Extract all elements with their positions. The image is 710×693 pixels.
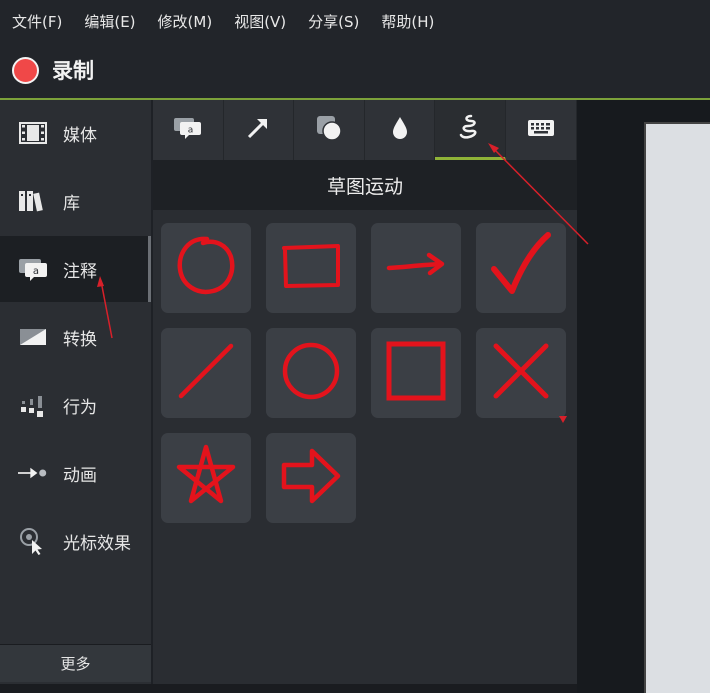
sidebar-item-behaviors[interactable]: 行为 [0, 372, 151, 438]
transition-icon [18, 324, 48, 350]
sketch-block-arrow-icon [278, 443, 344, 513]
sidebar-item-label: 注释 [63, 261, 97, 282]
sidebar-item-label: 行为 [63, 397, 97, 418]
sidebar-item-animations[interactable]: 动画 [0, 440, 151, 506]
tile-sketch-square[interactable] [371, 328, 461, 418]
tile-sketch-ellipse[interactable] [266, 328, 356, 418]
sidebar-item-cursor-effects[interactable]: 光标效果 [0, 508, 151, 574]
annotation-tab-bar: a [153, 100, 577, 160]
sketch-x-icon [488, 338, 554, 408]
annotations-panel: a 草图运动 [153, 100, 577, 684]
tile-sketch-block-arrow[interactable] [266, 433, 356, 523]
sketch-line-icon [173, 338, 239, 408]
cursor-effect-icon [18, 528, 48, 555]
arrow-icon [245, 115, 271, 145]
sidebar-item-label: 媒体 [63, 125, 97, 146]
film-strip-icon [18, 120, 48, 146]
tab-blur-highlight[interactable] [365, 100, 436, 160]
menu-view[interactable]: 视图(V) [234, 11, 286, 32]
sketch-ellipse-icon [278, 338, 344, 408]
tab-shapes[interactable] [294, 100, 365, 160]
animation-icon [18, 460, 48, 486]
bottom-edge [0, 684, 577, 693]
more-button[interactable]: 更多 [0, 644, 151, 682]
tile-sketch-line[interactable] [161, 328, 251, 418]
annotation-callout-icon: a [18, 256, 48, 282]
tab-sketch-motion[interactable] [435, 100, 506, 160]
sidebar-item-label: 转换 [63, 329, 97, 350]
record-button-label[interactable]: 录制 [52, 55, 94, 85]
menu-modify[interactable]: 修改(M) [158, 11, 213, 32]
tab-arrows-lines[interactable] [224, 100, 295, 160]
tile-sketch-checkmark[interactable] [476, 223, 566, 313]
scroll-down-indicator-icon[interactable] [559, 416, 567, 423]
behavior-icon [18, 392, 48, 418]
tab-keystrokes[interactable] [506, 100, 577, 160]
tile-sketch-x[interactable] [476, 328, 566, 418]
menu-share[interactable]: 分享(S) [308, 11, 359, 32]
sidebar-item-media[interactable]: 媒体 [0, 100, 151, 166]
tile-sketch-rectangle[interactable] [266, 223, 356, 313]
svg-text:a: a [33, 266, 39, 277]
menu-file[interactable]: 文件(F) [12, 11, 62, 32]
panel-title: 草图运动 [153, 160, 577, 210]
callout-icon: a [173, 116, 203, 144]
tile-sketch-arrow[interactable] [371, 223, 461, 313]
shapes-icon [315, 114, 343, 146]
tab-callouts[interactable]: a [153, 100, 224, 160]
menu-bar: 文件(F) 编辑(E) 修改(M) 视图(V) 分享(S) 帮助(H) [0, 0, 710, 42]
sidebar-item-label: 库 [63, 193, 80, 214]
sketch-square-icon [383, 338, 449, 408]
svg-text:a: a [188, 126, 194, 136]
sketch-star-icon [173, 443, 239, 513]
blur-drop-icon [390, 115, 410, 145]
sketch-circle-icon [173, 233, 239, 303]
books-icon [18, 188, 48, 214]
sketch-motion-grid [153, 210, 577, 684]
app-window: 文件(F) 编辑(E) 修改(M) 视图(V) 分享(S) 帮助(H) 录制 媒… [0, 0, 710, 693]
tile-sketch-star[interactable] [161, 433, 251, 523]
sketch-checkmark-icon [488, 231, 554, 305]
tile-sketch-circle[interactable] [161, 223, 251, 313]
menu-edit[interactable]: 编辑(E) [84, 11, 135, 32]
record-bar: 录制 [0, 42, 710, 98]
canvas-preview[interactable] [644, 122, 710, 693]
sketch-rectangle-icon [276, 238, 346, 298]
record-button-icon[interactable] [12, 56, 39, 84]
sidebar-item-library[interactable]: 库 [0, 168, 151, 234]
sidebar-item-label: 光标效果 [63, 533, 131, 554]
sketch-arrow-icon [383, 246, 449, 290]
sidebar-item-label: 动画 [63, 465, 97, 486]
sidebar-item-transitions[interactable]: 转换 [0, 304, 151, 370]
menu-help[interactable]: 帮助(H) [381, 11, 434, 32]
sidebar: 媒体 库 a 注释 转换 行为 动画 光标效果 更多 [0, 100, 151, 684]
keyboard-icon [527, 119, 555, 141]
sketch-motion-icon [457, 113, 483, 145]
sidebar-item-annotations[interactable]: a 注释 [0, 236, 151, 302]
